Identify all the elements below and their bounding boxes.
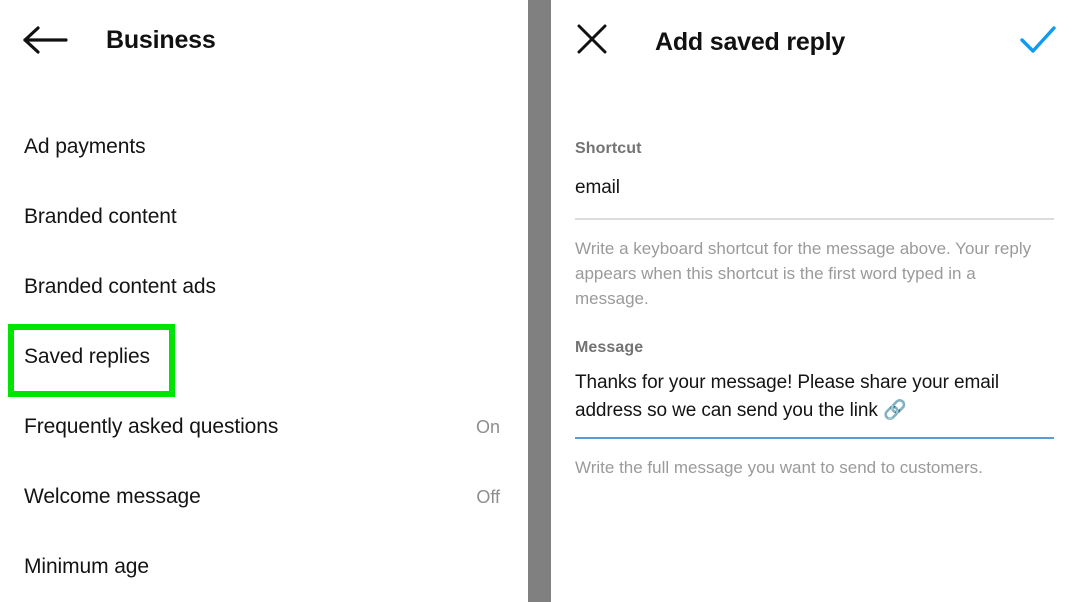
- checkmark-icon[interactable]: [1018, 24, 1058, 56]
- business-settings-panel: Business Ad payments Branded content Bra…: [0, 0, 528, 602]
- menu-item-saved-replies[interactable]: Saved replies: [0, 322, 528, 397]
- message-input[interactable]: Thanks for your message! Please share yo…: [575, 369, 1054, 425]
- panel-divider: [528, 0, 551, 602]
- arrow-left-icon[interactable]: [22, 26, 68, 54]
- add-saved-reply-panel: Add saved reply Shortcut email Write a k…: [551, 0, 1080, 602]
- menu-item-label: Branded content ads: [24, 275, 216, 298]
- close-x-icon[interactable]: [575, 22, 609, 56]
- shortcut-field-label: Shortcut: [575, 140, 642, 157]
- message-field-label: Message: [575, 339, 644, 356]
- menu-item-branded-content-ads[interactable]: Branded content ads: [0, 252, 528, 322]
- menu-item-ad-payments[interactable]: Ad payments: [0, 112, 528, 182]
- menu-item-status: Off: [476, 487, 500, 507]
- menu-item-frequently-asked-questions[interactable]: Frequently asked questions On: [0, 392, 528, 462]
- settings-menu-list: Ad payments Branded content Branded cont…: [0, 112, 528, 602]
- saved-reply-form: Shortcut email Write a keyboard shortcut…: [575, 138, 1054, 480]
- left-panel-header: Business: [0, 0, 528, 80]
- menu-item-label: Frequently asked questions: [24, 415, 279, 438]
- dialog-header: Add saved reply: [551, 0, 1080, 88]
- screenshot-root: Business Ad payments Branded content Bra…: [0, 0, 1080, 602]
- menu-item-minimum-age[interactable]: Minimum age: [0, 532, 528, 602]
- menu-item-welcome-message[interactable]: Welcome message Off: [0, 462, 528, 532]
- menu-item-label: Ad payments: [24, 135, 146, 158]
- menu-item-branded-content[interactable]: Branded content: [0, 182, 528, 252]
- menu-item-label: Minimum age: [24, 555, 149, 578]
- shortcut-input[interactable]: email: [575, 174, 1054, 202]
- menu-item-label: Welcome message: [24, 485, 201, 508]
- message-helper-text: Write the full message you want to send …: [575, 458, 983, 477]
- menu-item-label: Saved replies: [24, 345, 150, 368]
- menu-item-label: Branded content: [24, 205, 177, 228]
- menu-item-status: On: [475, 417, 500, 437]
- page-title: Business: [106, 26, 216, 54]
- dialog-title: Add saved reply: [655, 28, 846, 56]
- shortcut-helper-text: Write a keyboard shortcut for the messag…: [575, 239, 1032, 308]
